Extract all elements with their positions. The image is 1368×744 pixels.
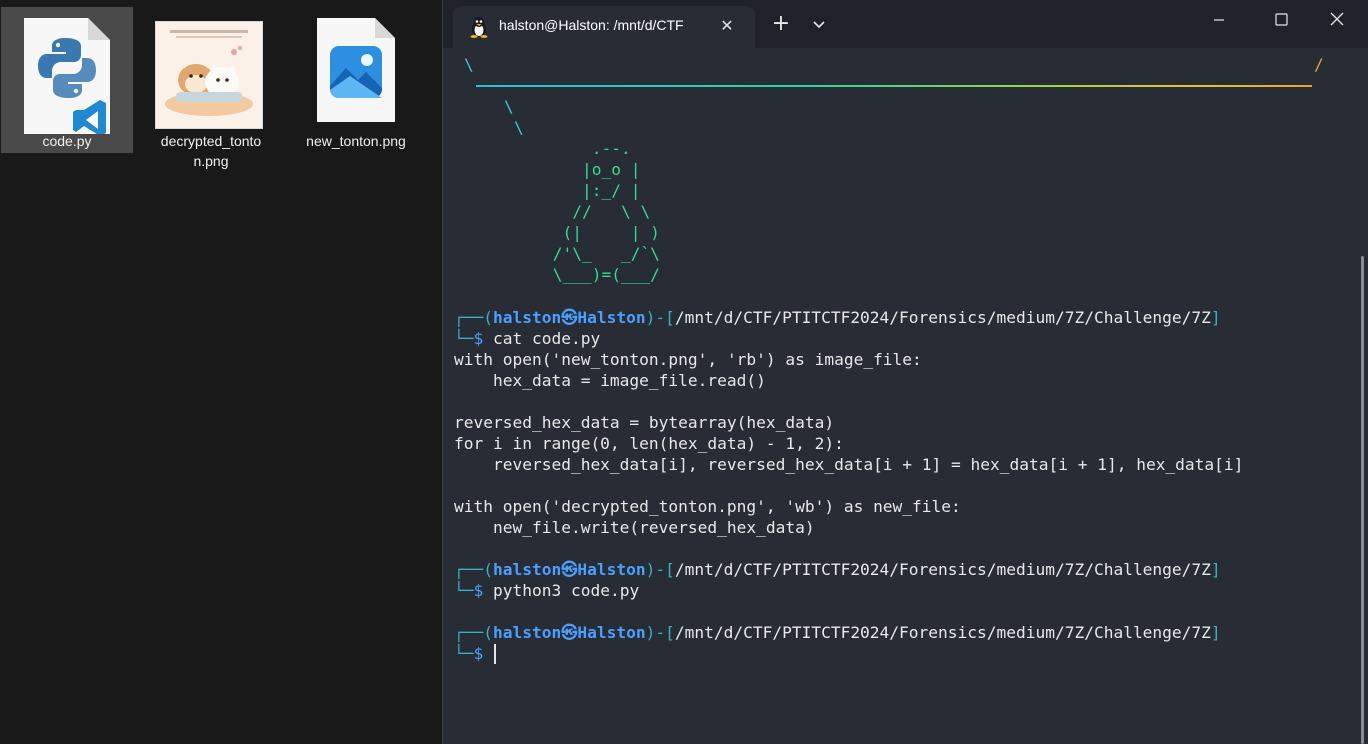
prompt-separator: ㉿ bbox=[561, 308, 578, 327]
banner-tail-slash: \ bbox=[514, 118, 524, 137]
chevron-down-icon[interactable] bbox=[807, 12, 831, 36]
minimize-button[interactable] bbox=[1203, 6, 1235, 34]
command-line[interactable]: └─$ bbox=[454, 643, 483, 664]
file-new-tonton-png[interactable]: new_tonton.png bbox=[290, 7, 422, 153]
python-vscode-file-icon bbox=[24, 18, 110, 136]
prompt-frame: ] bbox=[1210, 560, 1221, 579]
code-line: with open('new_tonton.png', 'rb') as ima… bbox=[454, 350, 922, 369]
prompt-user: halston bbox=[492, 308, 562, 327]
file-name-label: new_tonton.png bbox=[306, 133, 406, 149]
prompt-user: halston bbox=[492, 623, 562, 642]
prompt-host: Halston bbox=[577, 623, 646, 642]
prompt-path: /mnt/d/CTF/PTITCTF2024/Forensics/medium/… bbox=[674, 560, 1211, 579]
prompt-frame: ┌──( bbox=[454, 560, 493, 579]
prompt-frame: └─ bbox=[454, 329, 474, 348]
prompt-frame: └─ bbox=[454, 581, 474, 600]
prompt-frame: ] bbox=[1210, 623, 1221, 642]
prompt-line: ┌──(halston㉿Halston)-[/mnt/d/CTF/PTITCTF… bbox=[454, 307, 1221, 328]
code-line: reversed_hex_data = bytearray(hex_data) bbox=[454, 413, 835, 432]
command-line: └─$ cat code.py bbox=[454, 328, 600, 349]
file-name-label-line2: n.png bbox=[193, 153, 229, 169]
prompt-path: /mnt/d/CTF/PTITCTF2024/Forensics/medium/… bbox=[674, 308, 1211, 327]
tux-art-line: |o_o | bbox=[504, 160, 641, 179]
tux-art-line: // \ \ bbox=[504, 202, 651, 221]
prompt-host: Halston bbox=[577, 560, 646, 579]
prompt-frame: └─ bbox=[454, 644, 474, 663]
tux-art-line: .--. bbox=[504, 139, 631, 158]
tux-art-line: |:_/ | bbox=[504, 181, 641, 200]
file-name-label: code.py bbox=[42, 133, 92, 149]
prompt-dollar: $ bbox=[473, 644, 484, 663]
image-file-icon bbox=[317, 18, 395, 122]
image-thumbnail-icon bbox=[155, 21, 263, 129]
prompt-user: halston bbox=[492, 560, 562, 579]
code-line: hex_data = image_file.read() bbox=[454, 371, 766, 390]
code-line: reversed_hex_data[i], reversed_hex_data[… bbox=[454, 455, 1244, 474]
prompt-path: /mnt/d/CTF/PTITCTF2024/Forensics/medium/… bbox=[674, 623, 1211, 642]
close-window-button[interactable] bbox=[1321, 6, 1353, 34]
code-line: for i in range(0, len(hex_data) - 1, 2): bbox=[454, 434, 844, 453]
prompt-dollar: $ bbox=[473, 581, 484, 600]
tab-active[interactable]: halston@Halston: /mnt/d/CTF ✕ bbox=[453, 6, 755, 48]
prompt-frame: ┌──( bbox=[454, 623, 493, 642]
file-name-label-line1: decrypted_tonto bbox=[160, 133, 262, 149]
code-line: new_file.write(reversed_hex_data) bbox=[454, 518, 815, 537]
file-decrypted-tonton-png[interactable]: decrypted_tonto n.png bbox=[145, 7, 277, 169]
command-text: cat code.py bbox=[493, 329, 601, 348]
banner-right-slash: / bbox=[1314, 55, 1324, 74]
vertical-scrollbar[interactable] bbox=[1361, 256, 1364, 744]
prompt-line: ┌──(halston㉿Halston)-[/mnt/d/CTF/PTITCTF… bbox=[454, 622, 1221, 643]
prompt-separator: ㉿ bbox=[561, 623, 578, 642]
tux-art-line: (| | ) bbox=[504, 223, 660, 242]
command-line: └─$ python3 code.py bbox=[454, 580, 639, 601]
maximize-button[interactable] bbox=[1265, 6, 1297, 34]
tab-title: halston@Halston: /mnt/d/CTF bbox=[499, 17, 684, 33]
command-text: python3 code.py bbox=[493, 581, 640, 600]
title-bar[interactable]: halston@Halston: /mnt/d/CTF ✕ + bbox=[443, 0, 1368, 48]
prompt-dollar: $ bbox=[473, 329, 484, 348]
linux-tux-icon bbox=[469, 16, 489, 38]
prompt-host: Halston bbox=[577, 308, 646, 327]
tab-close-button[interactable]: ✕ bbox=[719, 18, 735, 34]
terminal-output[interactable]: \ / \ \ .--. |o_o | |:_/ | // \ \ (| | )… bbox=[454, 52, 1354, 742]
banner-gradient-line bbox=[476, 85, 1312, 87]
file-code-py[interactable]: code.py bbox=[1, 7, 133, 153]
desktop-file-area: code.py decrypted_tonto n.png new_tonton… bbox=[0, 0, 442, 744]
banner-left-slash: \ bbox=[464, 55, 474, 74]
tux-art-line: \___)=(___/ bbox=[504, 265, 660, 284]
prompt-frame: )-[ bbox=[645, 623, 675, 642]
terminal-window[interactable]: halston@Halston: /mnt/d/CTF ✕ + \ / \ \ … bbox=[442, 0, 1368, 744]
new-tab-button[interactable]: + bbox=[769, 12, 793, 36]
prompt-frame: )-[ bbox=[645, 560, 675, 579]
prompt-separator: ㉿ bbox=[561, 560, 578, 579]
code-line: with open('decrypted_tonton.png', 'wb') … bbox=[454, 497, 961, 516]
banner-tail-slash: \ bbox=[504, 97, 514, 116]
text-cursor bbox=[494, 644, 496, 664]
prompt-line: ┌──(halston㉿Halston)-[/mnt/d/CTF/PTITCTF… bbox=[454, 559, 1221, 580]
tux-art-line: /'\_ _/`\ bbox=[504, 244, 660, 263]
prompt-frame: ┌──( bbox=[454, 308, 493, 327]
prompt-frame: )-[ bbox=[645, 308, 675, 327]
prompt-frame: ] bbox=[1210, 308, 1221, 327]
